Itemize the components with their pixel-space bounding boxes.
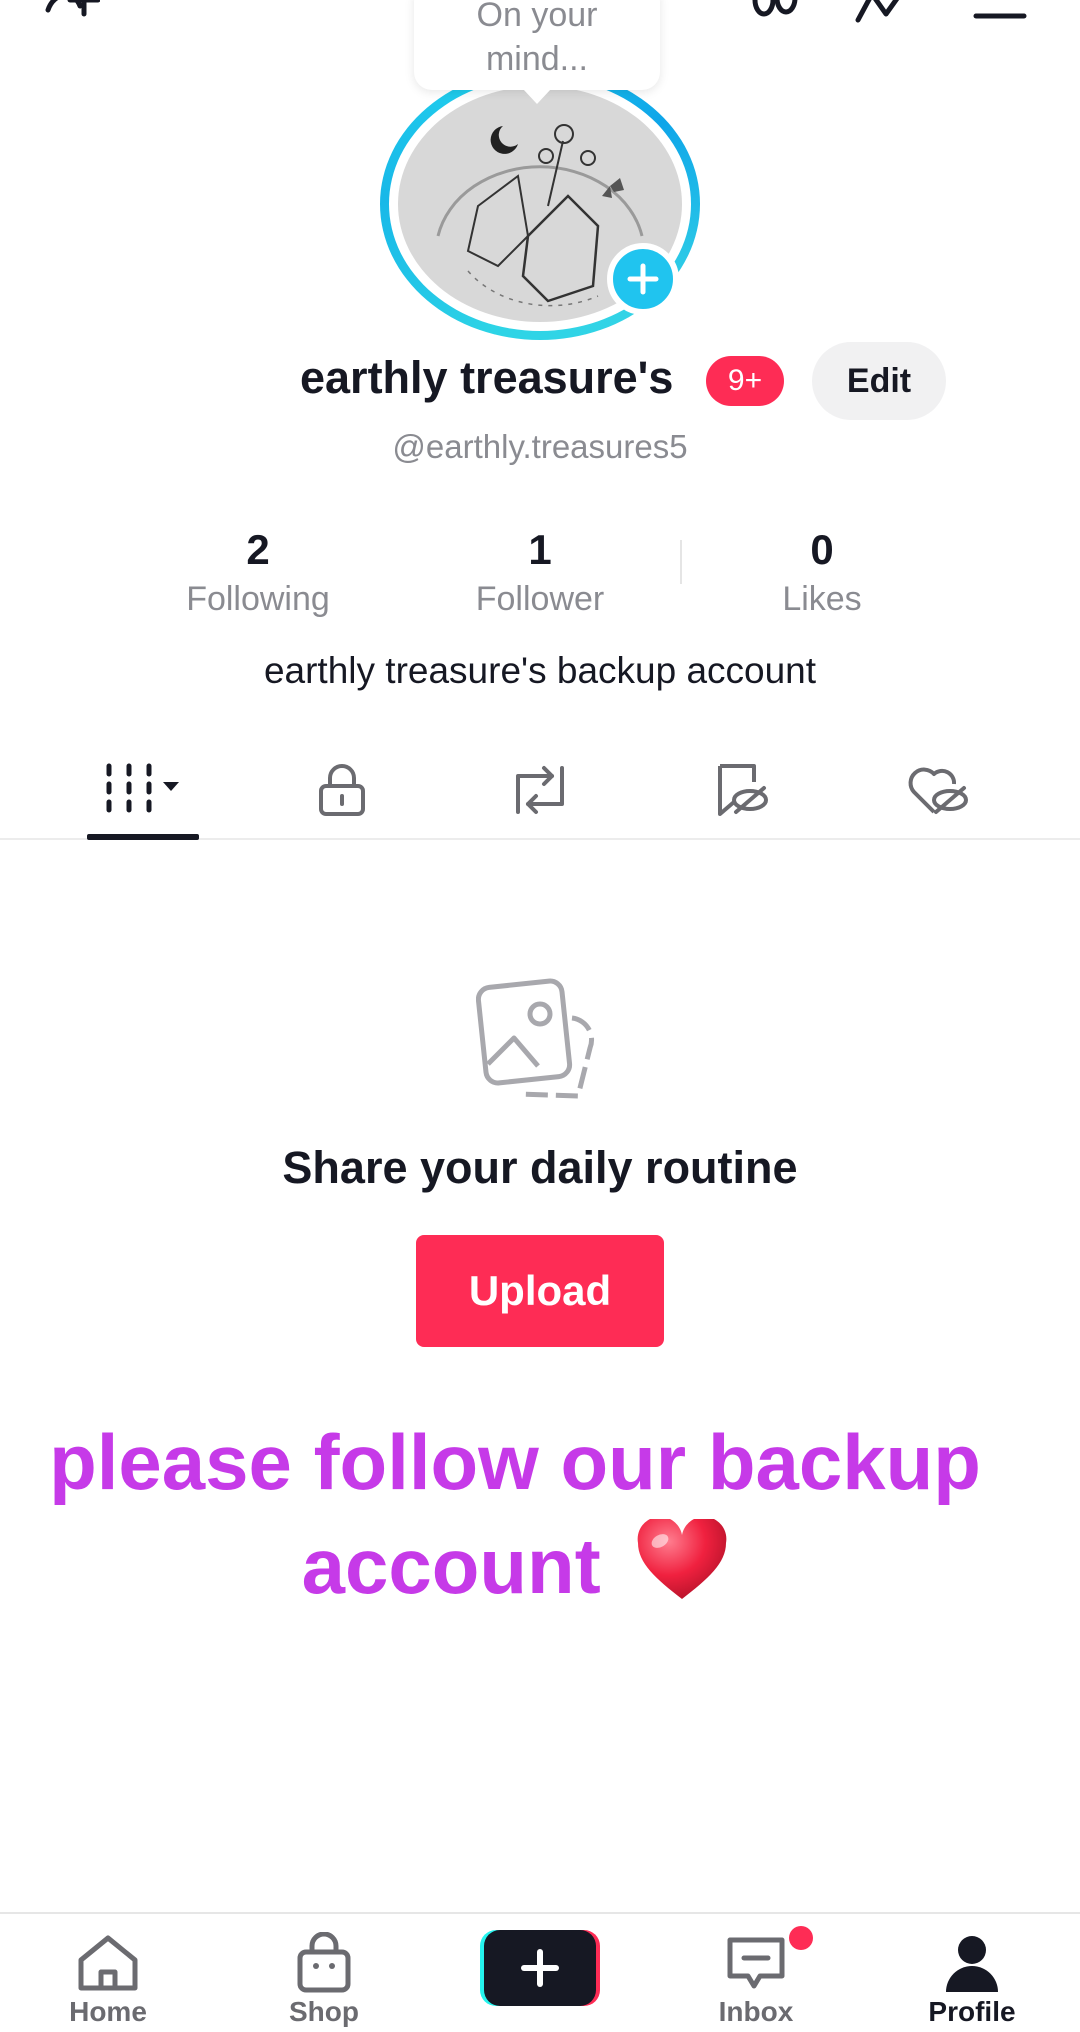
stat-label: Follower	[475, 580, 605, 618]
stat-followers[interactable]: 1 Follower	[430, 524, 650, 622]
nav-home[interactable]: Home	[28, 1932, 188, 2028]
photo-stack-icon	[475, 978, 600, 1106]
stat-label: Following	[186, 580, 330, 618]
tab-liked[interactable]	[878, 740, 998, 840]
add-story-button[interactable]	[607, 243, 679, 315]
nav-inbox[interactable]: Inbox	[676, 1932, 836, 2028]
overlay-caption-line-2: account	[301, 1522, 601, 1610]
stat-value: 1	[528, 526, 552, 573]
profile-icon	[946, 1936, 998, 1992]
plus-icon	[627, 263, 659, 295]
stat-label: Likes	[782, 580, 862, 618]
shopping-bag-icon	[297, 1932, 351, 1993]
lock-icon	[319, 764, 365, 816]
notification-badge[interactable]: 9+	[706, 356, 784, 406]
nav-inbox-label: Inbox	[718, 1996, 794, 2027]
active-tab-indicator	[87, 834, 199, 840]
menu-icon[interactable]	[972, 0, 1028, 30]
stat-likes[interactable]: 0 Likes	[712, 524, 932, 622]
nav-home-label: Home	[69, 1996, 147, 2027]
heart-emoji	[636, 1516, 728, 1628]
add-friend-icon[interactable]	[44, 0, 101, 30]
home-icon	[78, 1935, 138, 1991]
empty-state-title: Share your daily routine	[282, 1142, 798, 1193]
bubble-line-1: On your	[476, 0, 598, 34]
create-button[interactable]	[480, 1928, 600, 2008]
liked-hidden-icon	[908, 767, 968, 814]
stat-following[interactable]: 2 Following	[148, 524, 368, 622]
edit-profile-button[interactable]: Edit	[812, 342, 946, 420]
creator-tools-icon[interactable]	[852, 0, 908, 30]
inbox-unread-dot	[789, 1926, 813, 1950]
username: @earthly.treasures5	[392, 428, 688, 465]
overlay-caption: please follow our backup account	[40, 1410, 990, 1628]
inbox-icon	[727, 1937, 785, 1989]
upload-button[interactable]: Upload	[416, 1235, 664, 1347]
repost-icon	[516, 766, 564, 814]
tab-videos[interactable]	[84, 740, 204, 840]
bookmark-hidden-icon	[718, 764, 768, 816]
bubble-line-2: mind...	[485, 40, 589, 78]
nav-shop-label: Shop	[289, 1996, 359, 2027]
mind-prompt-bubble[interactable]: On your mind...	[414, 0, 660, 104]
profile-tabs	[0, 740, 1080, 840]
stat-divider	[680, 540, 682, 584]
nav-profile[interactable]: Profile	[892, 1932, 1052, 2028]
overlay-caption-line-1: please follow our backup	[49, 1418, 981, 1506]
stat-value: 2	[246, 526, 270, 573]
tab-reposts[interactable]	[480, 740, 600, 840]
stat-value: 0	[810, 526, 834, 573]
tab-favorites[interactable]	[680, 740, 800, 840]
nav-profile-label: Profile	[928, 1996, 1016, 2027]
videos-grid-icon	[106, 763, 179, 813]
nav-shop[interactable]: Shop	[244, 1932, 404, 2028]
bio: earthly treasure's backup account	[263, 650, 817, 691]
display-name: earthly treasure's	[300, 352, 674, 403]
footprint-icon[interactable]	[748, 0, 804, 30]
tab-private[interactable]	[282, 740, 402, 840]
